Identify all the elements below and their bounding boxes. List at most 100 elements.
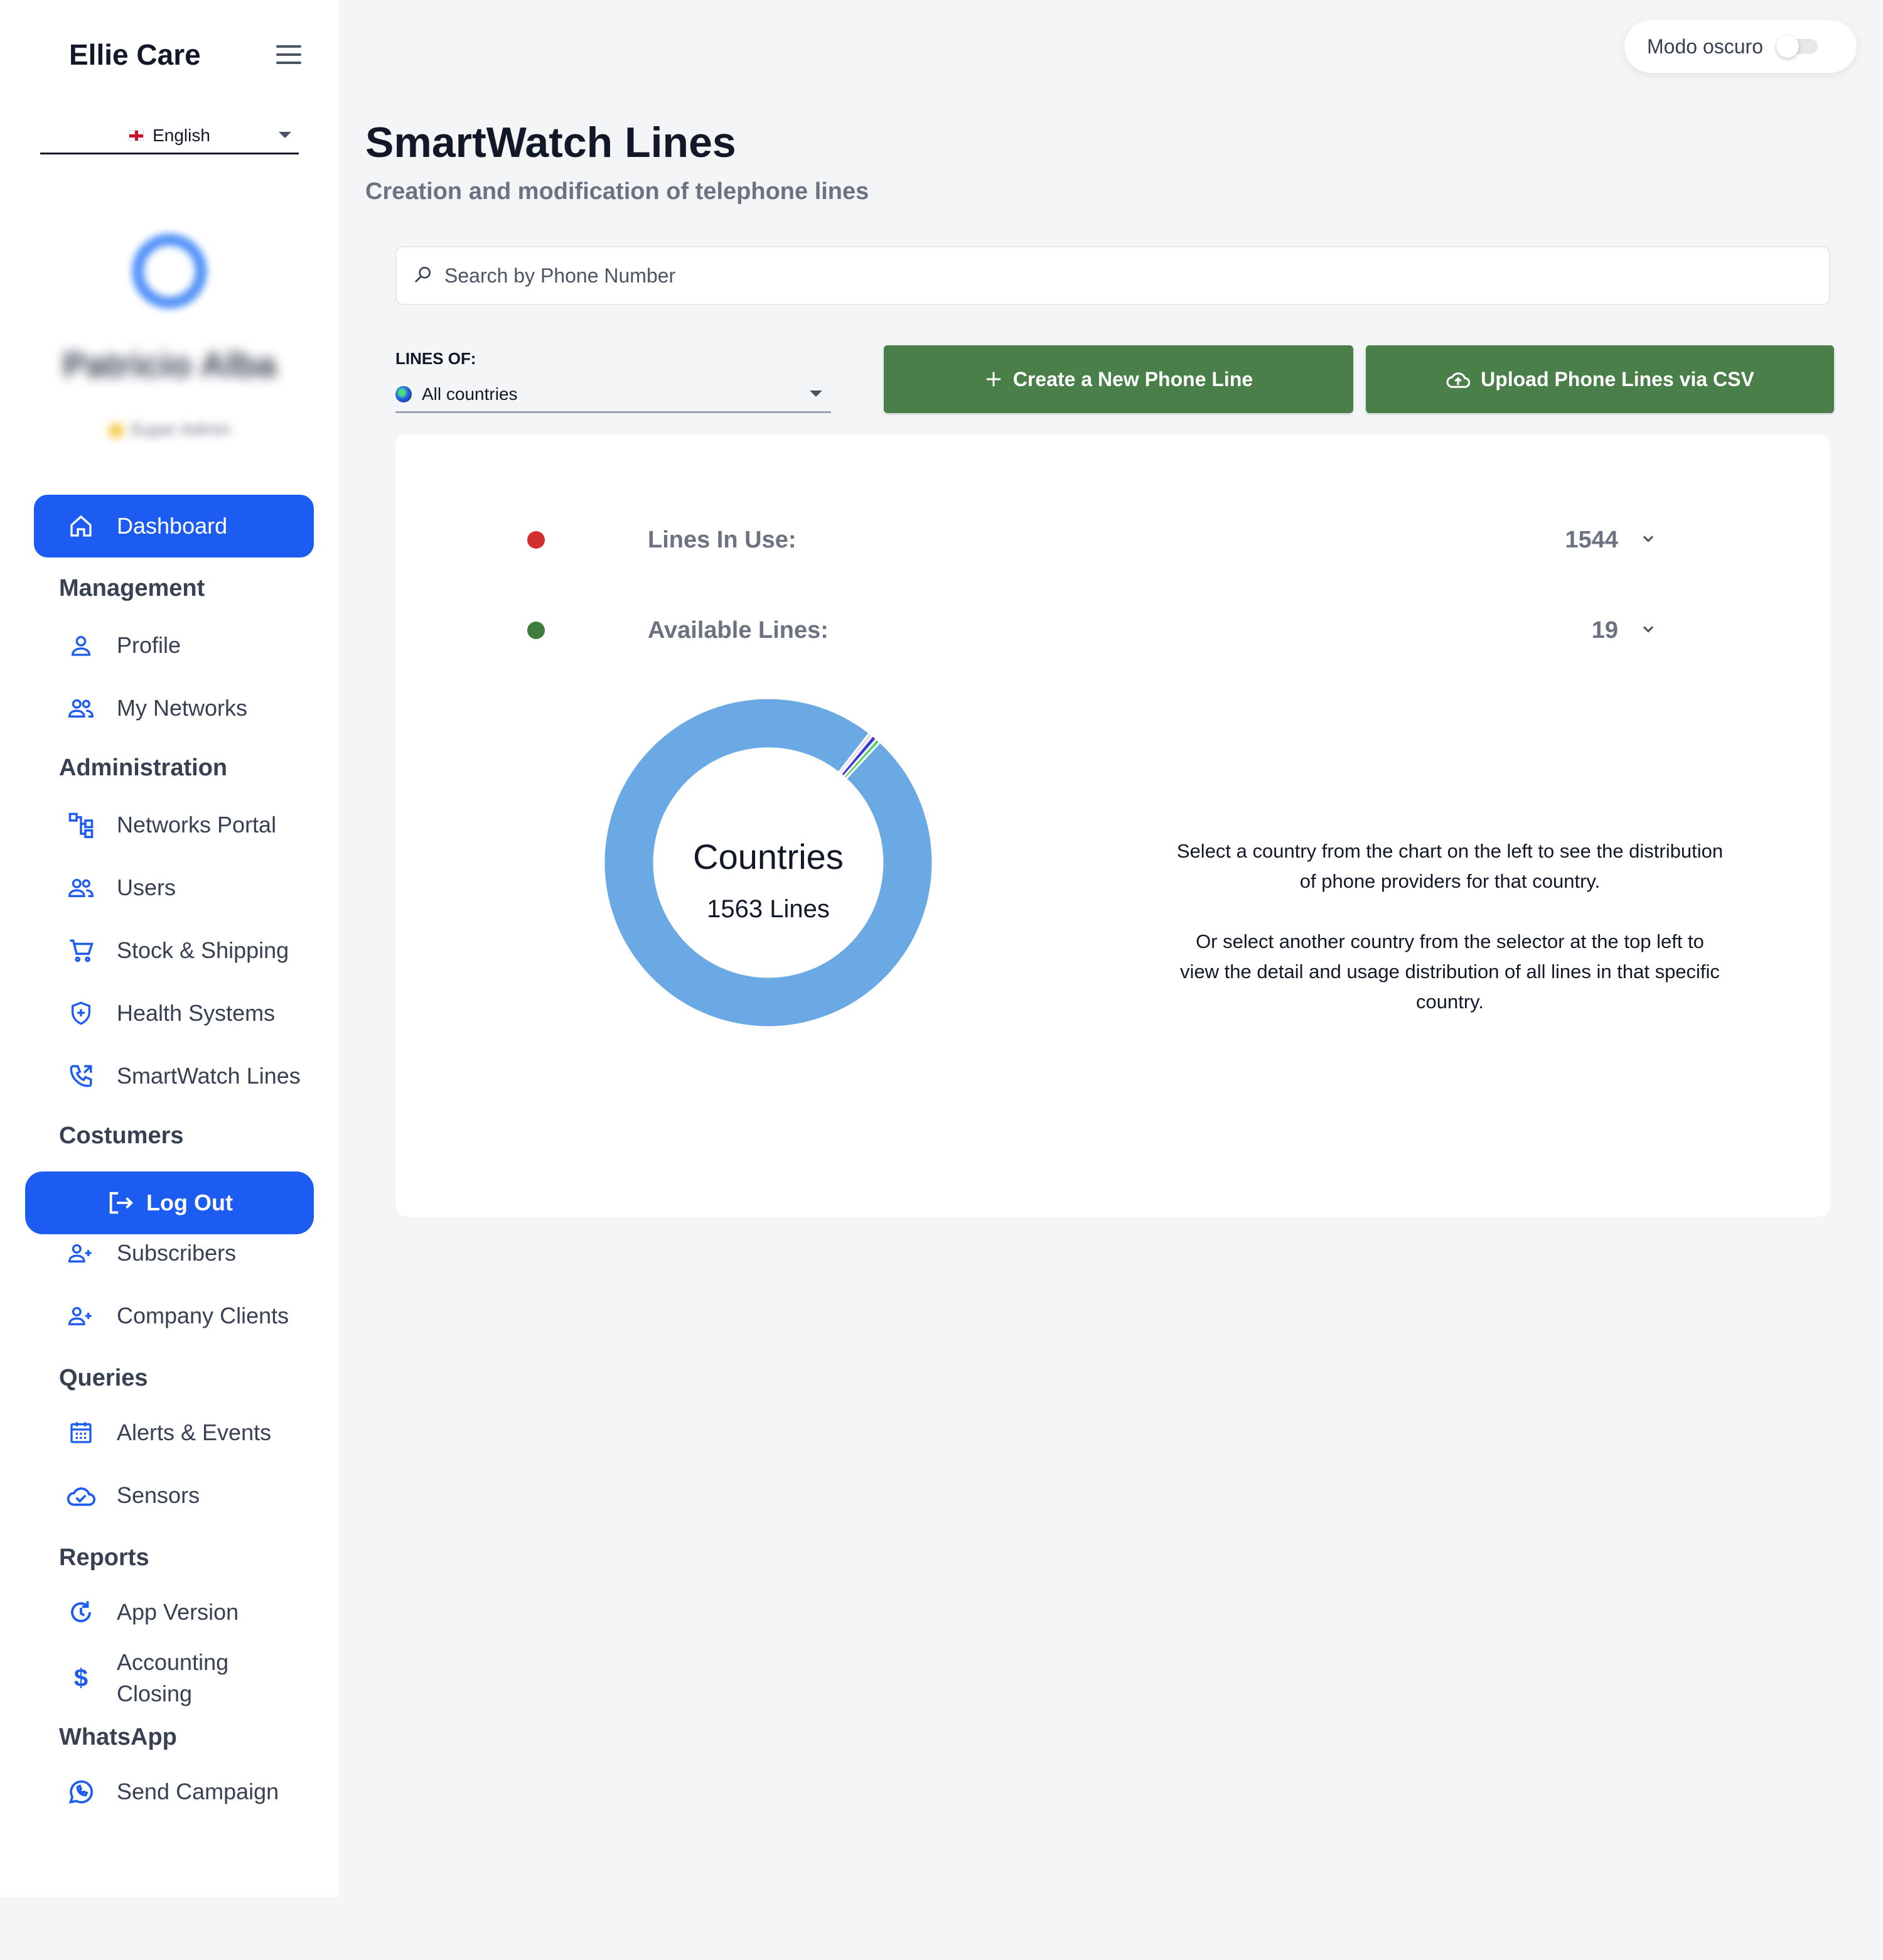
home-icon <box>64 509 98 543</box>
info-paragraph-2: Or select another country from the selec… <box>1180 930 1720 1013</box>
sidebar-item-sensors[interactable]: Sensors <box>34 1464 314 1527</box>
sidebar-item-label: Users <box>117 875 176 900</box>
logout-label: Log Out <box>146 1190 233 1215</box>
section-queries: Queries <box>59 1365 148 1391</box>
globe-icon <box>395 385 412 402</box>
available-lines-label: Available Lines: <box>648 617 829 643</box>
search-input[interactable] <box>444 264 1700 288</box>
avatar <box>131 232 208 310</box>
sidebar-item-label: Company Clients <box>117 1303 289 1328</box>
sidebar-item-label: My Networks <box>117 695 248 721</box>
history-icon <box>64 1595 98 1629</box>
sidebar-item-label: Subscribers <box>117 1240 237 1266</box>
sidebar-item-label: App Version <box>117 1599 239 1625</box>
sidebar-item-label: Alerts & Events <box>117 1419 272 1445</box>
sidebar-item-smartwatch-lines[interactable]: SmartWatch Lines <box>34 1045 314 1107</box>
search-box <box>395 246 1830 305</box>
sidebar-item-app-version[interactable]: App Version <box>34 1581 314 1644</box>
sidebar-item-dashboard[interactable]: Dashboard <box>34 495 314 557</box>
upload-csv-button[interactable]: Upload Phone Lines via CSV <box>1366 345 1834 413</box>
sidebar-item-networks-portal[interactable]: Networks Portal <box>34 794 314 856</box>
chevron-down-icon[interactable] <box>1639 617 1657 644</box>
sidebar-item-alerts-events[interactable]: Alerts & Events <box>34 1401 314 1464</box>
sidebar-item-label: Stock & Shipping <box>117 937 289 963</box>
cart-icon <box>64 934 98 967</box>
lines-in-use-value: 1544 <box>1565 527 1657 554</box>
switch-knob <box>1776 35 1799 58</box>
dark-mode-label: Modo oscuro <box>1647 35 1763 58</box>
available-lines-row: Available Lines: 19 <box>527 611 1657 649</box>
calendar-icon <box>64 1416 98 1450</box>
lines-summary-card: Lines In Use: 1544 Available Lines: 19 C… <box>395 434 1830 1217</box>
sidebar-item-label: Send Campaign <box>117 1779 279 1804</box>
phone-icon <box>64 1059 98 1093</box>
sidebar-item-users[interactable]: Users <box>34 856 314 919</box>
language-select[interactable]: English <box>40 118 299 154</box>
logout-icon <box>106 1188 135 1217</box>
sidebar-item-label-line2: Closing <box>117 1681 193 1706</box>
cloud-check-icon <box>64 1478 98 1512</box>
sidebar-item-label: Profile <box>117 632 181 658</box>
sidebar-item-label: Health Systems <box>117 1000 276 1026</box>
lines-in-use-count: 1544 <box>1565 526 1618 553</box>
sidebar-item-company-clients[interactable]: Company Clients <box>34 1284 314 1347</box>
user-plus-icon <box>64 1299 98 1333</box>
country-select-value: All countries <box>422 384 518 404</box>
create-phone-line-button[interactable]: Create a New Phone Line <box>884 345 1353 413</box>
chevron-down-icon <box>279 132 291 138</box>
upload-csv-label: Upload Phone Lines via CSV <box>1481 367 1754 390</box>
user-plus-icon <box>64 1236 98 1270</box>
sidebar: Ellie Care English Patricio Alba Super A… <box>0 0 339 1897</box>
plus-icon <box>984 370 1003 389</box>
dark-mode-toggle: Modo oscuro <box>1624 20 1857 73</box>
sidebar-item-label: Sensors <box>117 1482 200 1508</box>
sidebar-item-my-networks[interactable]: My Networks <box>34 677 314 740</box>
sidebar-item-label: Networks Portal <box>117 812 277 837</box>
user-role-label: Super Admin <box>129 419 231 439</box>
shield-plus-icon <box>64 996 98 1030</box>
sidebar-item-label: Accounting Closing <box>117 1647 228 1710</box>
search-icon <box>413 264 433 288</box>
lines-of-label: LINES OF: <box>395 349 476 368</box>
chevron-down-icon[interactable] <box>1639 527 1657 554</box>
section-reports: Reports <box>59 1544 149 1571</box>
dollar-icon: $ <box>73 1664 89 1692</box>
sidebar-item-profile[interactable]: Profile <box>34 614 314 677</box>
dark-mode-switch[interactable] <box>1776 35 1818 58</box>
user-name: Patricio Alba <box>62 345 277 384</box>
language-label: English <box>153 125 210 145</box>
available-lines-count: 19 <box>1591 617 1618 643</box>
users-icon <box>64 691 98 725</box>
sidebar-item-label: Dashboard <box>117 513 228 539</box>
whatsapp-icon <box>64 1775 98 1809</box>
sidebar-item-label: SmartWatch Lines <box>117 1063 301 1089</box>
sidebar-item-subscribers[interactable]: Subscribers <box>34 1222 314 1284</box>
cloud-upload-icon <box>1446 369 1471 390</box>
page-title: SmartWatch Lines <box>365 119 736 166</box>
create-phone-line-label: Create a New Phone Line <box>1012 367 1253 390</box>
user-role: Super Admin <box>0 419 339 439</box>
section-costumers: Costumers <box>59 1123 184 1149</box>
lines-in-use-label: Lines In Use: <box>648 526 797 553</box>
section-management: Management <box>59 575 205 601</box>
donut-center-subtitle: 1563 Lines <box>707 895 830 923</box>
in-use-status-dot <box>527 531 545 549</box>
sidebar-item-accounting-closing[interactable]: $ Accounting Closing <box>34 1644 314 1713</box>
sidebar-item-health-systems[interactable]: Health Systems <box>34 982 314 1045</box>
country-select[interactable]: All countries <box>395 377 831 413</box>
uk-flag-icon <box>129 129 144 141</box>
sidebar-item-send-campaign[interactable]: Send Campaign <box>34 1760 314 1823</box>
user-icon <box>64 628 98 662</box>
menu-toggle-icon[interactable] <box>276 45 301 64</box>
donut-center-title: Countries <box>693 837 844 876</box>
brand-title: Ellie Care <box>69 38 201 71</box>
sidebar-item-stock-shipping[interactable]: Stock & Shipping <box>34 919 314 982</box>
users-icon <box>64 871 98 905</box>
lines-in-use-row: Lines In Use: 1544 <box>527 521 1657 559</box>
available-status-dot <box>527 622 545 639</box>
sidebar-item-label-line1: Accounting <box>117 1649 229 1675</box>
section-whatsapp: WhatsApp <box>59 1724 177 1750</box>
page-subtitle: Creation and modification of telephone l… <box>365 178 869 205</box>
network-icon <box>64 808 98 842</box>
section-administration: Administration <box>59 755 228 781</box>
